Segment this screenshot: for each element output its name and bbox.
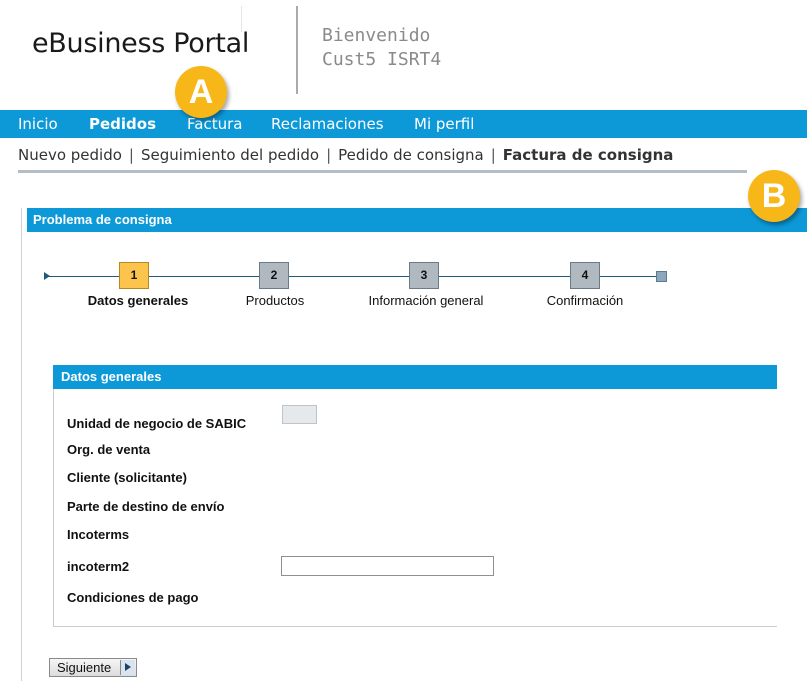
main-nav: Inicio Pedidos Factura Reclamaciones Mi … <box>0 110 807 138</box>
arrow-right-icon <box>120 660 135 675</box>
sub-nav-underline <box>18 170 747 173</box>
step-3-box[interactable]: 3 <box>409 262 439 289</box>
business-unit-label: Unidad de negocio de SABIC <box>67 416 247 431</box>
welcome-block: Bienvenido Cust5 ISRT4 <box>322 24 441 72</box>
user-name: Cust5 ISRT4 <box>322 49 442 70</box>
step-1-label: Datos generales <box>87 293 189 308</box>
step-2-box[interactable]: 2 <box>259 262 289 289</box>
step-4-label: Confirmación <box>546 293 624 308</box>
sub-nav-pedido-de-consigna[interactable]: Pedido de consigna <box>338 146 484 164</box>
steps-start-arrow-icon <box>44 272 50 280</box>
step-2-label: Productos <box>245 293 305 308</box>
header-divider <box>296 6 298 94</box>
next-button[interactable]: Siguiente <box>49 658 137 677</box>
business-unit-value <box>282 405 317 424</box>
panel-title: Problema de consigna <box>27 208 807 232</box>
steps-end-square-icon <box>656 271 667 282</box>
payment-terms-label: Condiciones de pago <box>67 590 199 605</box>
callout-badge-a: A <box>175 66 227 118</box>
nav-item-inicio[interactable]: Inicio <box>18 115 58 133</box>
next-button-label: Siguiente <box>57 660 112 675</box>
sub-nav-separator: | <box>128 146 134 164</box>
welcome-label: Bienvenido <box>322 25 431 46</box>
form-section-title: Datos generales <box>53 365 777 389</box>
sub-nav-separator: | <box>490 146 496 164</box>
step-1-box[interactable]: 1 <box>119 262 149 289</box>
sales-org-label: Org. de venta <box>67 442 151 457</box>
ship-to-label: Parte de destino de envío <box>67 499 225 514</box>
incoterm2-label: incoterm2 <box>67 559 130 574</box>
content-left-rule <box>21 208 22 681</box>
callout-badge-b: B <box>748 170 800 222</box>
customer-label: Cliente (solicitante) <box>67 470 187 485</box>
incoterm2-input[interactable] <box>281 556 494 576</box>
sub-nav-separator: | <box>326 146 332 164</box>
form-section <box>53 365 777 627</box>
sub-nav-nuevo-pedido[interactable]: Nuevo pedido <box>18 146 122 164</box>
sub-nav: Nuevo pedido | Seguimiento del pedido | Pedi… <box>18 146 673 164</box>
sub-nav-factura-de-consigna[interactable]: Factura de consigna <box>503 146 674 164</box>
nav-item-mi-perfil[interactable]: Mi perfil <box>414 115 474 133</box>
header-faint-line <box>241 6 242 32</box>
nav-item-pedidos[interactable]: Pedidos <box>89 115 156 133</box>
step-3-label: Información general <box>368 293 484 308</box>
nav-item-reclamaciones[interactable]: Reclamaciones <box>271 115 384 133</box>
sub-nav-seguimiento-del-pedido[interactable]: Seguimiento del pedido <box>141 146 319 164</box>
step-4-box[interactable]: 4 <box>570 262 600 289</box>
nav-item-factura[interactable]: Factura <box>187 115 242 133</box>
incoterms-label: Incoterms <box>67 527 130 542</box>
portal-title: eBusiness Portal <box>32 28 250 59</box>
